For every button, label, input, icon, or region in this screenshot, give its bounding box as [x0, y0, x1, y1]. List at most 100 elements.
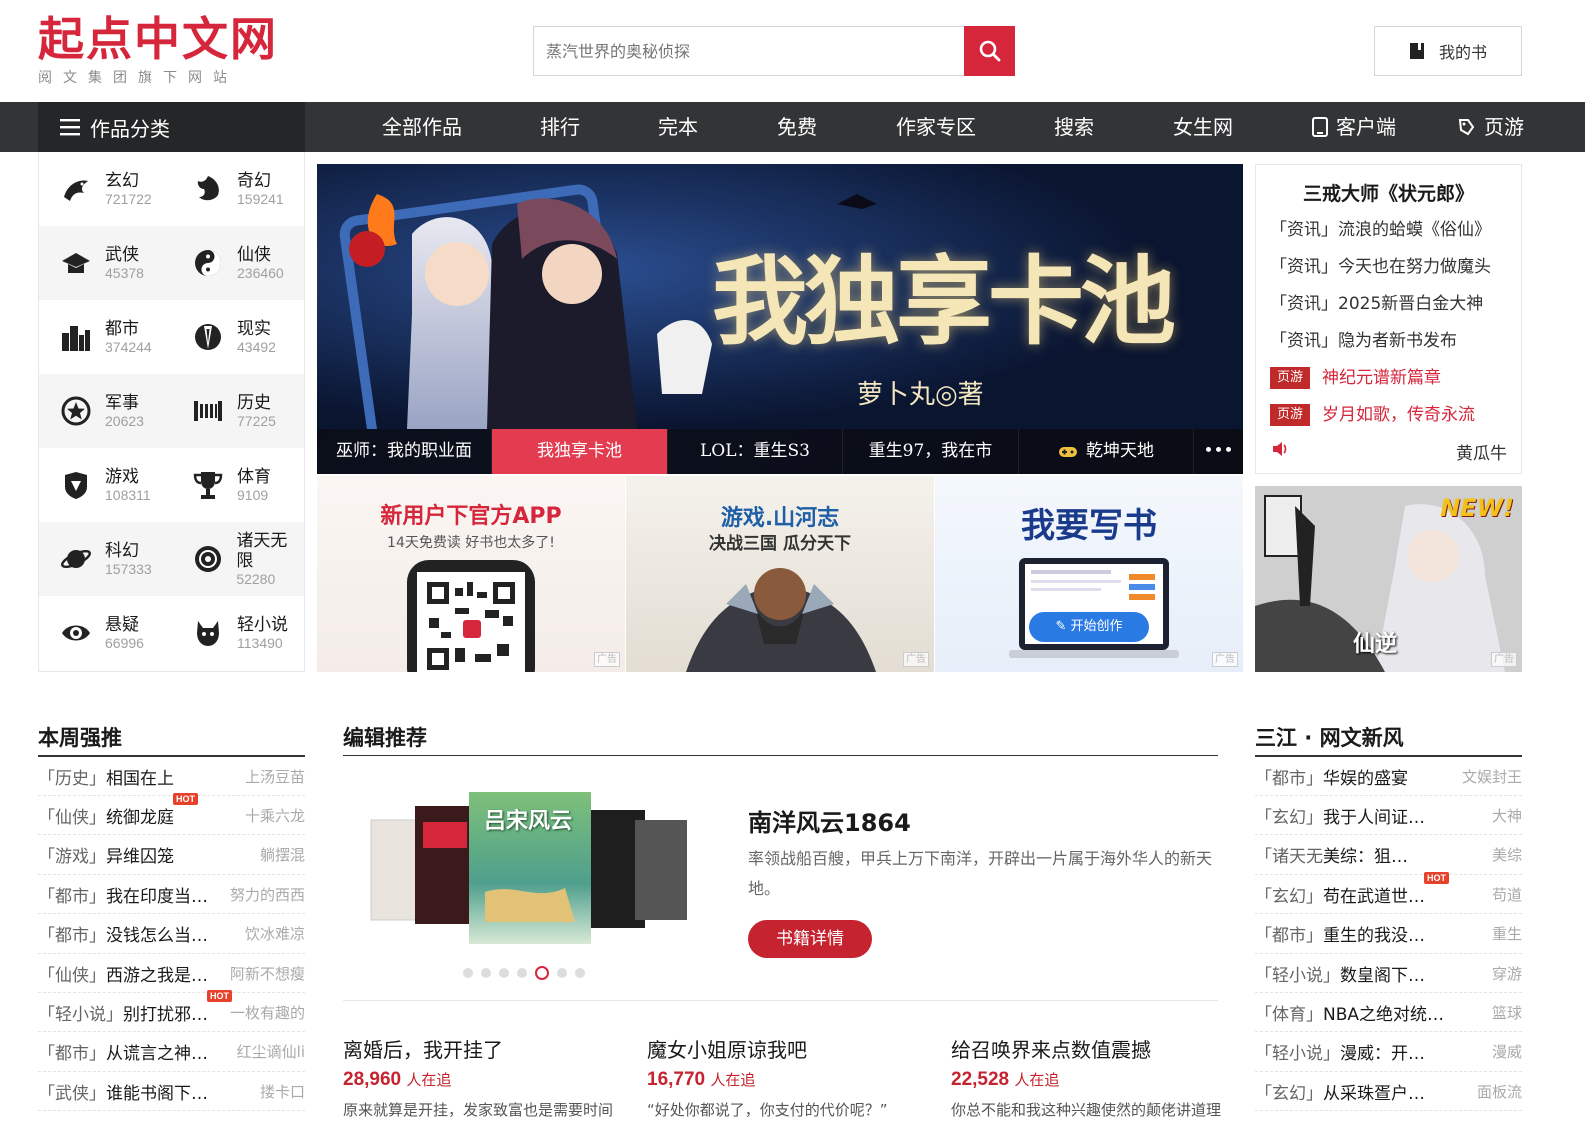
featured-book-title[interactable]: 南洋风云1864 — [748, 803, 911, 838]
more-tabs-button[interactable]: ••• — [1194, 429, 1243, 474]
category-kehuan[interactable]: 科幻 157333 — [39, 522, 171, 596]
rank-author[interactable]: 文娱封王 — [1462, 766, 1522, 787]
ad-write-book[interactable]: 我要写书 ✎ 开始创作 广告 — [935, 476, 1243, 672]
news-game-item[interactable]: 页游 岁月如歌，传奇永流 — [1270, 400, 1475, 426]
rank-author[interactable]: 一枚有趣的 — [230, 1002, 305, 1023]
news-item[interactable]: 「资讯」2025新晋白金大神 — [1270, 289, 1483, 314]
recommended-book[interactable]: 给召唤界来点数值震撼 22,528 人在追 你总不能和我这种兴趣使然的颠佬讲道理 — [951, 1034, 1241, 1120]
nav-all-works[interactable]: 全部作品 — [382, 102, 462, 152]
rank-row[interactable]: 「历史」相国在上 上汤豆苗 — [38, 757, 305, 796]
rank-row[interactable]: 「玄幻」从采珠疍户… 面板流 — [1255, 1072, 1522, 1112]
ad-app-download[interactable]: 新用户下官方APP 14天免费读 好书也太多了! 广告 — [317, 476, 625, 672]
rank-author[interactable]: 搂卡口 — [260, 1081, 305, 1102]
rank-row[interactable]: 「游戏」异维囚笼 躺摆混 — [38, 836, 305, 875]
rank-row[interactable]: 「体育」NBA之绝对统… 篮球 — [1255, 993, 1522, 1033]
ad-game-shanhezhi[interactable]: 游戏.山河志 决战三国 瓜分天下 广告 — [626, 476, 934, 672]
category-row: 玄幻 721722 奇幻 159241 — [39, 152, 304, 226]
ad-xianni[interactable]: NEW! 仙逆 广告 — [1255, 486, 1522, 672]
rank-author[interactable]: 饮冰难凉 — [245, 923, 305, 944]
rank-row[interactable]: 「玄幻」苟在武道世… HOT 苟道 — [1255, 871, 1522, 915]
banner-tab-game[interactable]: 乾坤天地 — [1019, 429, 1194, 474]
start-writing-button[interactable]: ✎ 开始创作 — [1029, 612, 1149, 642]
rank-author[interactable]: 大神 — [1492, 805, 1522, 826]
rank-author[interactable]: 红尘谪仙li — [237, 1041, 305, 1062]
banner-tab[interactable]: LOL：重生S3 — [668, 429, 843, 474]
banner-tab-active[interactable]: 我独享卡池 — [492, 429, 668, 474]
news-headline[interactable]: 三戒大师《状元郎》 — [1256, 179, 1521, 206]
rank-author[interactable]: 十乘六龙 — [245, 805, 305, 826]
category-menu-button[interactable]: 作品分类 — [38, 102, 305, 152]
category-wuxia[interactable]: 武侠 45378 — [39, 226, 171, 300]
rank-author[interactable]: 篮球 — [1492, 1002, 1522, 1023]
rank-row[interactable]: 「都市」没钱怎么当… 饮冰难凉 — [38, 915, 305, 954]
rank-author[interactable]: 苟道 — [1492, 884, 1522, 905]
category-qingxiaoshuo[interactable]: 轻小说 113490 — [171, 596, 303, 670]
category-tiyu[interactable]: 体育 9109 — [171, 448, 303, 522]
rank-row[interactable]: 「都市」我在印度当… 努力的西西 — [38, 875, 305, 915]
banner-tab[interactable]: 重生97，我在市 — [843, 429, 1019, 474]
rank-row[interactable]: 「都市」华娱的盛宴 文娱封王 — [1255, 757, 1522, 796]
carousel-dot[interactable] — [575, 968, 585, 978]
rank-author[interactable]: 漫威 — [1492, 1041, 1522, 1062]
rank-row[interactable]: 「轻小说」别打扰邪… HOT 一枚有趣的 — [38, 989, 305, 1033]
carousel-dot[interactable] — [463, 968, 473, 978]
site-logo[interactable]: 起点中文网 阅文集团旗下网站 — [38, 14, 278, 90]
rank-author[interactable]: 面板流 — [1477, 1081, 1522, 1102]
news-ticker-text[interactable]: 黄瓜牛 — [1456, 439, 1507, 464]
rank-book: 「轻小说」漫威：开… — [1255, 1039, 1425, 1064]
recommended-book[interactable]: 魔女小姐原谅我吧 16,770 人在追 “好处你都说了，你支付的代价呢？” — [647, 1034, 937, 1120]
carousel-dot[interactable] — [499, 968, 509, 978]
nav-completed[interactable]: 完本 — [658, 102, 698, 152]
category-dushi[interactable]: 都市 374244 — [39, 300, 171, 374]
category-qihuan[interactable]: 奇幻 159241 — [171, 152, 303, 226]
carousel-dot[interactable] — [517, 968, 527, 978]
rank-row[interactable]: 「仙侠」统御龙庭 HOT 十乘六龙 — [38, 792, 305, 836]
category-xianxia[interactable]: 仙侠 236460 — [171, 226, 303, 300]
rank-row[interactable]: 「诸天无美综：狙… 美综 — [1255, 836, 1522, 875]
category-xuanhuan[interactable]: 玄幻 721722 — [39, 152, 171, 226]
rank-author[interactable]: 美综 — [1492, 844, 1522, 865]
nav-author-zone[interactable]: 作家专区 — [896, 102, 976, 152]
category-xuanyi[interactable]: 悬疑 66996 — [39, 596, 171, 670]
news-item[interactable]: 「资讯」今天也在努力做魔头 — [1270, 252, 1491, 277]
rank-author[interactable]: 上汤豆苗 — [245, 766, 305, 787]
nav-web-game[interactable]: 页游 — [1456, 102, 1524, 152]
news-game-item[interactable]: 页游 神纪元谱新篇章 — [1270, 363, 1441, 389]
recommended-book[interactable]: 离婚后，我开挂了 28,960 人在追 原来就算是开挂，发家致富也是需要时间 — [343, 1034, 633, 1120]
category-junshi[interactable]: 军事 20623 — [39, 374, 171, 448]
category-xianshi[interactable]: 现实 43492 — [171, 300, 303, 374]
nav-ranking[interactable]: 排行 — [540, 102, 580, 152]
rank-row[interactable]: 「武侠」谁能书阁下… 搂卡口 — [38, 1072, 305, 1112]
rank-row[interactable]: 「仙侠」西游之我是… 阿新不想瘦 — [38, 954, 305, 993]
book-details-button[interactable]: 书籍详情 — [748, 920, 872, 958]
news-item[interactable]: 「资讯」流浪的蛤蟆《俗仙》 — [1270, 215, 1491, 240]
rank-row[interactable]: 「玄幻」我于人间证… 大神 — [1255, 796, 1522, 836]
banner-tab[interactable]: 巫师：我的职业面 — [317, 429, 492, 474]
nav-female[interactable]: 女生网 — [1173, 102, 1233, 152]
hero-banner[interactable]: 我独享卡池 萝卜丸◎著 巫师：我的职业面 我独享卡池 LOL：重生S3 重生97… — [317, 164, 1243, 474]
category-youxi[interactable]: 游戏 108311 — [39, 448, 171, 522]
category-zhutian[interactable]: 诸天无限 52280 — [171, 522, 303, 596]
rank-author[interactable]: 阿新不想瘦 — [230, 963, 305, 984]
rank-category: 「诸天无 — [1255, 847, 1323, 868]
carousel-dot[interactable] — [481, 968, 491, 978]
my-books-button[interactable]: 我的书 — [1374, 26, 1522, 76]
carousel-dot[interactable] — [557, 968, 567, 978]
rank-author[interactable]: 重生 — [1492, 923, 1522, 944]
rank-author[interactable]: 穿游 — [1492, 963, 1522, 984]
category-lishi[interactable]: 历史 77225 — [171, 374, 303, 448]
rank-row[interactable]: 「轻小说」数皇阁下… 穿游 — [1255, 954, 1522, 993]
nav-free[interactable]: 免费 — [777, 102, 817, 152]
rank-row[interactable]: 「都市」重生的我没… 重生 — [1255, 915, 1522, 954]
nav-client[interactable]: 客户端 — [1312, 102, 1396, 152]
carousel-dot-active[interactable] — [535, 966, 549, 980]
rank-row[interactable]: 「都市」从谎言之神… 红尘谪仙li — [38, 1033, 305, 1072]
rank-author[interactable]: 努力的西西 — [230, 884, 305, 905]
rank-author[interactable]: 躺摆混 — [260, 844, 305, 865]
search-input[interactable] — [534, 27, 964, 75]
follower-number: 28,960 — [343, 1069, 402, 1090]
search-button[interactable] — [964, 26, 1015, 76]
rank-row[interactable]: 「轻小说」漫威：开… 漫威 — [1255, 1033, 1522, 1072]
nav-search[interactable]: 搜索 — [1054, 102, 1094, 152]
news-item[interactable]: 「资讯」隐为者新书发布 — [1270, 326, 1457, 351]
